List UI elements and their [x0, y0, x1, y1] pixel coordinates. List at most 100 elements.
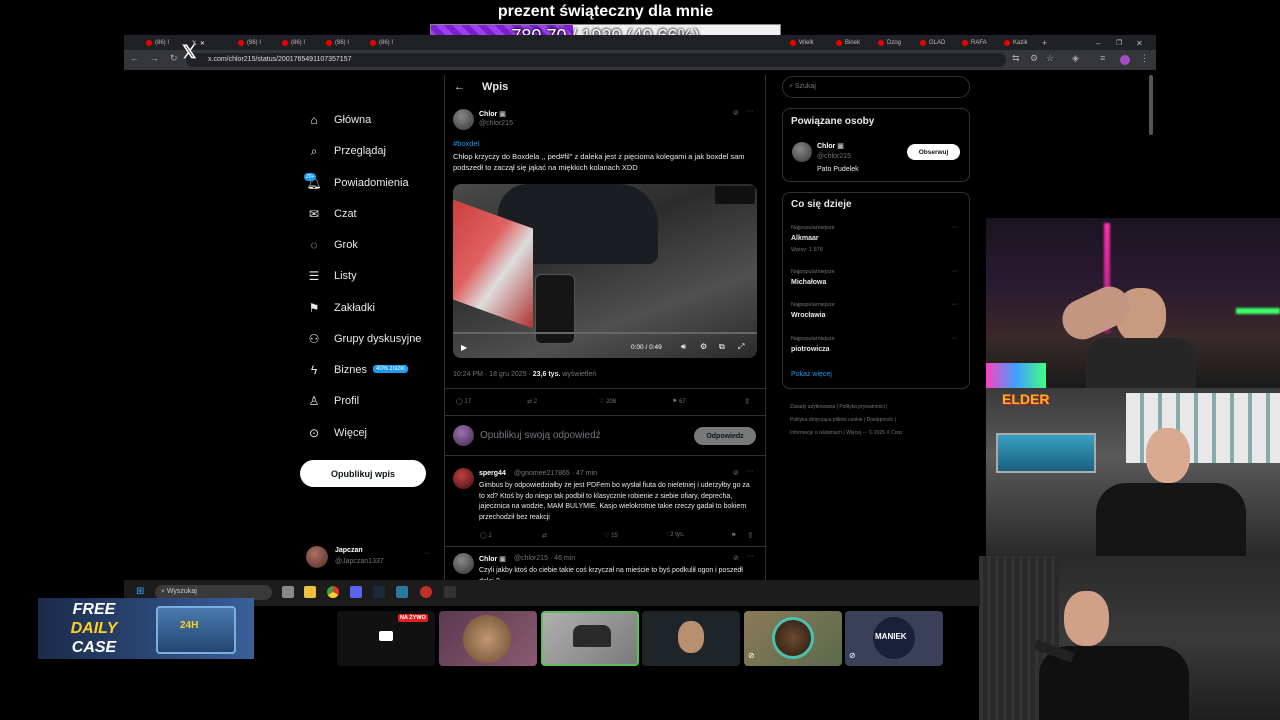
- sidebar-item-grok[interactable]: ◌ Grok: [306, 233, 357, 257]
- share-icon[interactable]: ⇪: [744, 397, 751, 406]
- scrollbar[interactable]: [1149, 75, 1153, 135]
- reply-action[interactable]: ◯ 17: [456, 398, 471, 405]
- post-video[interactable]: ▶ 0:00 / 0:49 🔊︎ ⚙ ⧉ ⤢: [453, 184, 757, 358]
- stream-thumb[interactable]: ⊘: [744, 611, 842, 666]
- new-tab-button[interactable]: +: [1042, 37, 1047, 49]
- browser-tab[interactable]: (86) I: [326, 37, 349, 49]
- follow-button[interactable]: Obserwuj: [907, 144, 960, 160]
- chrome-icon[interactable]: [327, 586, 339, 598]
- file-explorer-icon[interactable]: [304, 586, 316, 598]
- x-logo-icon[interactable]: 𝕏: [182, 42, 197, 63]
- account-switcher[interactable]: Japczan @Japczan1337 ···: [306, 545, 436, 569]
- video-progress[interactable]: [453, 332, 757, 334]
- menu-icon[interactable]: ⋮: [1140, 53, 1149, 64]
- sidebar-item-explore[interactable]: ⌕ Przeglądaj: [306, 139, 386, 163]
- sidebar-item-home[interactable]: ⌂ Główna: [306, 108, 371, 132]
- more-icon[interactable]: ···: [951, 268, 958, 275]
- more-icon[interactable]: ···: [951, 224, 958, 231]
- grok-icon[interactable]: ⊘: [733, 554, 739, 562]
- comment-bookmark-icon[interactable]: ⚑: [731, 532, 736, 539]
- translate-icon[interactable]: ⇆: [1012, 53, 1020, 64]
- back-icon[interactable]: ←: [130, 53, 139, 63]
- app-icon[interactable]: [396, 586, 408, 598]
- maximize-button[interactable]: ❐: [1116, 37, 1122, 49]
- comment-share-icon[interactable]: ⇪: [747, 531, 754, 540]
- sidebar-item-chat[interactable]: ✉ Czat: [306, 202, 357, 226]
- play-icon[interactable]: ▶: [461, 343, 467, 352]
- sidebar-item-notifications[interactable]: 🔔︎ Powiadomienia: [306, 171, 408, 195]
- puzzle-icon[interactable]: ◈: [1072, 53, 1079, 64]
- pip-icon[interactable]: ⧉: [719, 342, 725, 352]
- related-avatar[interactable]: [792, 142, 812, 162]
- comment-like-action[interactable]: ♡ 15: [604, 532, 618, 539]
- post-button[interactable]: Opublikuj wpis: [300, 460, 426, 487]
- close-window-button[interactable]: ✕: [1136, 37, 1143, 49]
- browser-tab[interactable]: RAFA: [962, 37, 987, 49]
- volume-icon[interactable]: 🔊︎: [681, 342, 686, 352]
- extension-icon[interactable]: ⚙: [1030, 53, 1038, 64]
- discord-icon[interactable]: [350, 586, 362, 598]
- comment-reply-action[interactable]: ◯ 1: [480, 532, 492, 539]
- post-author-avatar[interactable]: [453, 109, 474, 130]
- settings-icon[interactable]: ⚙: [700, 342, 707, 351]
- browser-tab[interactable]: (86) I: [146, 37, 169, 49]
- reply-button[interactable]: Odpowiedz: [694, 427, 756, 445]
- stream-thumb[interactable]: [439, 611, 537, 666]
- browser-tab[interactable]: GLAD: [920, 37, 945, 49]
- post-author-name[interactable]: Chlor ▣: [479, 110, 506, 118]
- post-hashtag[interactable]: #boxdel: [453, 138, 479, 149]
- sidebar-item-lists[interactable]: ☰ Listy: [306, 264, 357, 288]
- comment-repost-action[interactable]: ⇄: [542, 532, 547, 539]
- stream-thumb[interactable]: [642, 611, 740, 666]
- stream-thumb-active[interactable]: [541, 611, 639, 666]
- comment-avatar[interactable]: [453, 553, 474, 574]
- comment-author-handle[interactable]: @chlor215 · 46 min: [514, 555, 575, 562]
- reload-icon[interactable]: ↻: [170, 53, 178, 64]
- address-bar[interactable]: x.com/chlor215/status/200176549110735715…: [186, 53, 1006, 67]
- forward-icon[interactable]: →: [150, 53, 159, 63]
- related-name[interactable]: Chlor ▣: [817, 142, 844, 150]
- comment-author-handle[interactable]: @gnomee217865 · 47 min: [514, 470, 597, 477]
- repost-action[interactable]: ⇄ 2: [527, 398, 537, 405]
- trend-item[interactable]: Wrocławia: [791, 312, 826, 319]
- app-icon[interactable]: [444, 586, 456, 598]
- more-icon[interactable]: ···: [951, 301, 958, 308]
- sidebar-item-more[interactable]: ⊙ Więcej: [306, 421, 367, 445]
- more-icon[interactable]: ···: [747, 108, 754, 115]
- footer-link[interactable]: Więcej ···: [846, 430, 867, 436]
- sidebar-item-business[interactable]: ϟ Biznes: [306, 358, 367, 382]
- more-icon[interactable]: ···: [951, 335, 958, 342]
- windows-start-icon[interactable]: ⊞: [136, 586, 144, 597]
- stream-thumb-live[interactable]: NA ŻYWO: [337, 611, 435, 666]
- more-icon[interactable]: ···: [747, 468, 754, 475]
- footer-link[interactable]: Informacje o reklamach: [790, 430, 842, 436]
- bookmark-action[interactable]: ⚑ 67: [672, 398, 686, 405]
- browser-tab[interactable]: Dzog: [878, 37, 901, 49]
- obs-icon[interactable]: [420, 586, 432, 598]
- comment-avatar[interactable]: [453, 468, 474, 489]
- back-arrow-icon[interactable]: ←: [454, 81, 465, 93]
- footer-link[interactable]: Dostępność: [867, 417, 893, 423]
- grok-icon[interactable]: ⊘: [733, 469, 739, 477]
- related-handle[interactable]: @chlor215: [817, 153, 851, 160]
- browser-tab[interactable]: (86) I: [370, 37, 393, 49]
- task-view-icon[interactable]: [282, 586, 294, 598]
- grok-icon[interactable]: ⊘: [733, 109, 739, 117]
- sidebar-item-profile[interactable]: ♙ Profil: [306, 389, 359, 413]
- browser-tab[interactable]: Binek: [836, 37, 860, 49]
- comment-author-name[interactable]: Chlor ▣: [479, 555, 506, 563]
- more-icon[interactable]: ···: [423, 550, 430, 557]
- show-more-link[interactable]: Pokaż więcej: [791, 371, 832, 378]
- browser-tab[interactable]: Kazik: [1004, 37, 1028, 49]
- footer-link[interactable]: Polityka prywatności: [839, 404, 884, 410]
- trend-item[interactable]: piotrowicza: [791, 346, 830, 353]
- like-action[interactable]: ♡ 208: [599, 398, 616, 405]
- footer-link[interactable]: Zasady użytkowania: [790, 404, 835, 410]
- minimize-button[interactable]: –: [1096, 37, 1100, 49]
- comment-author-name[interactable]: sperg44: [479, 470, 506, 477]
- trend-item[interactable]: Alkmaar: [791, 235, 819, 242]
- reply-input[interactable]: Opublikuj swoją odpowiedź: [480, 430, 601, 441]
- footer-link[interactable]: Polityka dotycząca plików cookie: [790, 417, 863, 423]
- steam-icon[interactable]: [373, 586, 385, 598]
- sidebar-item-bookmarks[interactable]: ⚑ Zakładki: [306, 296, 375, 320]
